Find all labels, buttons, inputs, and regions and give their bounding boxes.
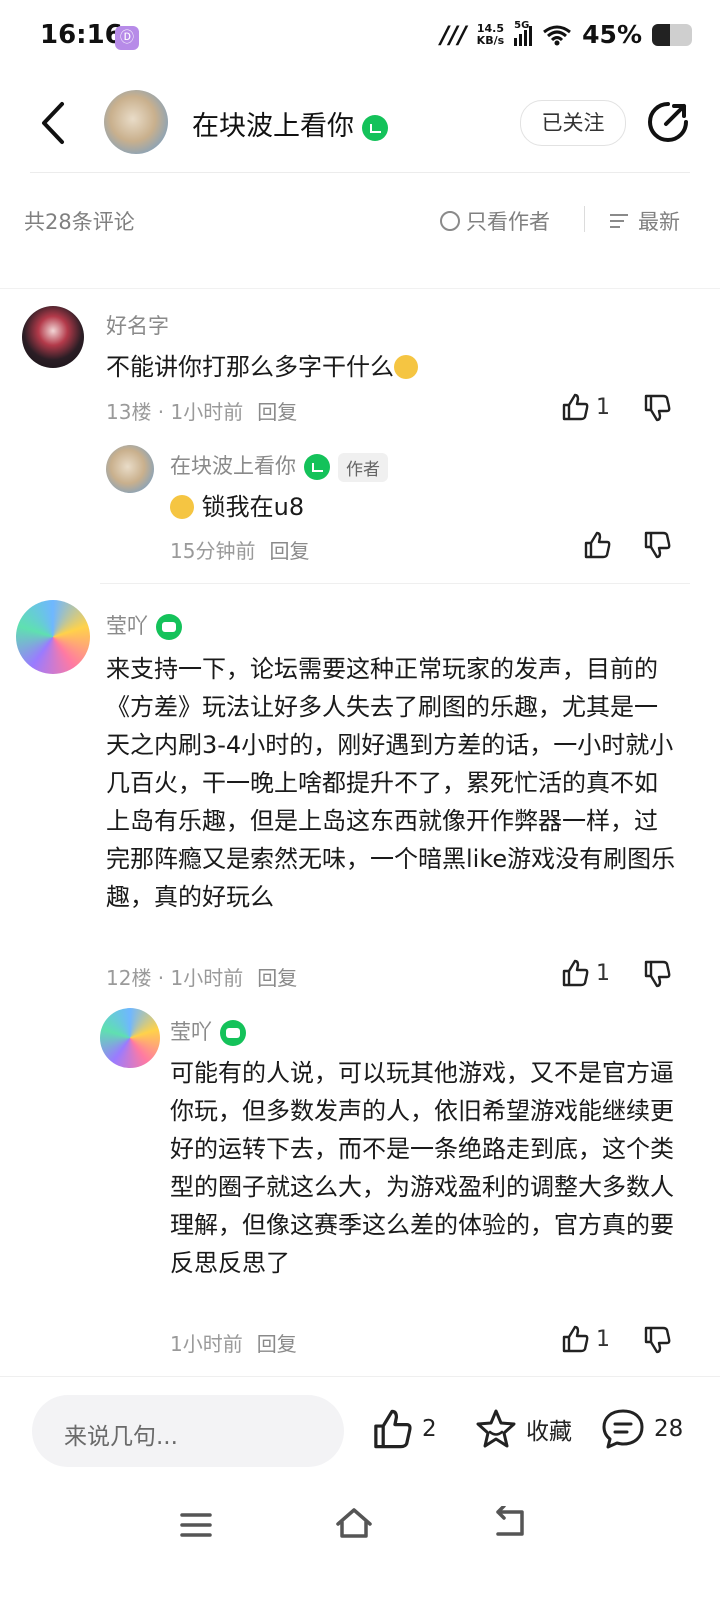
comment-bubble-icon [602, 1409, 644, 1449]
signal-icon: 5G [514, 20, 533, 46]
status-time: 16:16 [40, 20, 123, 50]
reply-avatar[interactable] [106, 445, 154, 493]
favorite-button[interactable]: 收藏 [474, 1407, 572, 1451]
comment-input-placeholder: 来说几句... [64, 1424, 178, 1450]
share-icon[interactable] [646, 100, 690, 144]
sort-icon [610, 212, 632, 230]
like-count: 1 [596, 394, 610, 420]
m-network-icon: /// [440, 20, 467, 49]
like-count: 1 [596, 960, 610, 986]
gamer-badge-icon [220, 1020, 246, 1046]
reply-avatar[interactable] [100, 1008, 160, 1068]
app-notification-icon: Ⓓ [115, 26, 139, 50]
only-author-label: 只看作者 [466, 210, 550, 234]
bottom-action-bar: 来说几句... 2 收藏 28 [0, 1376, 720, 1487]
thumbs-up-icon [562, 1325, 589, 1353]
menu-icon[interactable] [178, 1510, 214, 1540]
status-right-cluster: /// 14.5 KB/s 5G 45% [440, 20, 692, 49]
reply-text: 锁我在u8 [170, 488, 304, 526]
header-divider [30, 172, 690, 173]
like-button[interactable]: 1 [560, 392, 610, 422]
thumbs-down-icon[interactable] [642, 959, 672, 989]
post-like-button[interactable]: 2 [370, 1407, 437, 1451]
status-bar: 16:16 Ⓓ /// 14.5 KB/s 5G 45% [0, 0, 720, 76]
network-speed: 14.5 KB/s [476, 21, 505, 47]
thumbs-up-icon [562, 393, 589, 421]
comment-time: 1小时前 [170, 966, 244, 990]
reply-button[interactable]: 回复 [257, 966, 297, 990]
comment-meta: 13楼 · 1小时前 回复 [106, 400, 298, 424]
smile-emoji-icon [394, 355, 418, 379]
favorite-label: 收藏 [526, 1419, 572, 1445]
post-like-count: 2 [422, 1416, 437, 1442]
comment-floor: 12楼 [106, 966, 152, 990]
commenter-name[interactable]: 好名字 [106, 310, 169, 340]
reply-time: 1小时前 [170, 1332, 243, 1356]
back-arrow-icon[interactable] [34, 98, 74, 148]
comment-filter-bar: 共28条评论 只看作者 最新 [0, 198, 720, 242]
thumbs-down-icon[interactable] [642, 393, 672, 423]
comment-floor: 13楼 [106, 400, 152, 424]
home-icon[interactable] [334, 1506, 374, 1540]
comment-time: 1小时前 [170, 400, 244, 424]
back-gesture-icon[interactable] [492, 1506, 528, 1540]
thumbs-up-icon [374, 1409, 412, 1449]
star-icon [476, 1409, 516, 1448]
author-tag: 作者 [338, 452, 388, 482]
reply-user-row: 莹吖 [170, 1016, 246, 1046]
like-count: 1 [596, 1326, 610, 1352]
sort-toggle[interactable]: 最新 [610, 206, 680, 236]
verified-badge-icon [304, 454, 330, 480]
reply-user-row: 在块波上看你 作者 [170, 450, 388, 482]
emoji-icon [170, 495, 194, 519]
comment-input[interactable]: 来说几句... [32, 1395, 344, 1467]
reply-time: 15分钟前 [170, 539, 256, 563]
reply-username[interactable]: 在块波上看你 [170, 454, 296, 478]
comment-text: 不能讲你打那么多字干什么 [106, 348, 686, 386]
reply-meta: 15分钟前 回复 [170, 535, 309, 564]
commenter-name-row: 莹吖 [106, 610, 182, 640]
author-name-row[interactable]: 在块波上看你 [192, 104, 388, 143]
comments-button[interactable]: 28 [600, 1407, 683, 1451]
like-button[interactable]: 1 [560, 1324, 610, 1354]
battery-text: 45% [582, 20, 642, 49]
only-author-toggle[interactable]: 只看作者 [440, 206, 550, 236]
total-comments: 共28条评论 [24, 210, 135, 234]
author-avatar[interactable] [104, 90, 168, 154]
section-divider [0, 288, 720, 289]
reply-button[interactable]: 回复 [257, 1332, 297, 1356]
reply-button[interactable]: 回复 [257, 400, 297, 424]
follow-button[interactable]: 已关注 [520, 100, 626, 146]
reply-username[interactable]: 莹吖 [170, 1020, 212, 1044]
filter-separator [584, 206, 585, 232]
author-name[interactable]: 在块波上看你 [192, 111, 354, 142]
thumbs-up-icon[interactable] [582, 530, 612, 560]
commenter-name[interactable]: 莹吖 [106, 614, 148, 638]
thumbs-down-icon[interactable] [642, 530, 672, 560]
sort-label: 最新 [638, 210, 680, 234]
gamer-badge-icon [156, 614, 182, 640]
wifi-icon [543, 25, 572, 45]
commenter-avatar[interactable] [22, 306, 84, 368]
reply-text: 可能有的人说，可以玩其他游戏，又不是官方逼你玩，但多数发声的人，依旧希望游戏能继… [170, 1059, 674, 1277]
post-header: 在块波上看你 已关注 [0, 76, 720, 172]
like-button[interactable]: 1 [560, 958, 610, 988]
comment-meta: 12楼 · 1小时前 回复 [106, 966, 298, 990]
comment-text: 来支持一下，论坛需要这种正常玩家的发声，目前的《方差》玩法让好多人失去了刷图的乐… [106, 655, 676, 911]
reply-meta: 1小时前 回复 [170, 1328, 297, 1357]
system-nav-bar [0, 1490, 720, 1600]
comment-separator [100, 583, 690, 584]
radio-circle-icon [440, 211, 460, 231]
verified-badge-icon [362, 114, 388, 141]
reply-button[interactable]: 回复 [269, 539, 309, 563]
battery-icon [652, 23, 692, 46]
commenter-avatar[interactable] [16, 600, 90, 674]
thumbs-up-icon [562, 959, 589, 987]
comment-count: 28 [654, 1416, 684, 1442]
thumbs-down-icon[interactable] [642, 1325, 672, 1355]
